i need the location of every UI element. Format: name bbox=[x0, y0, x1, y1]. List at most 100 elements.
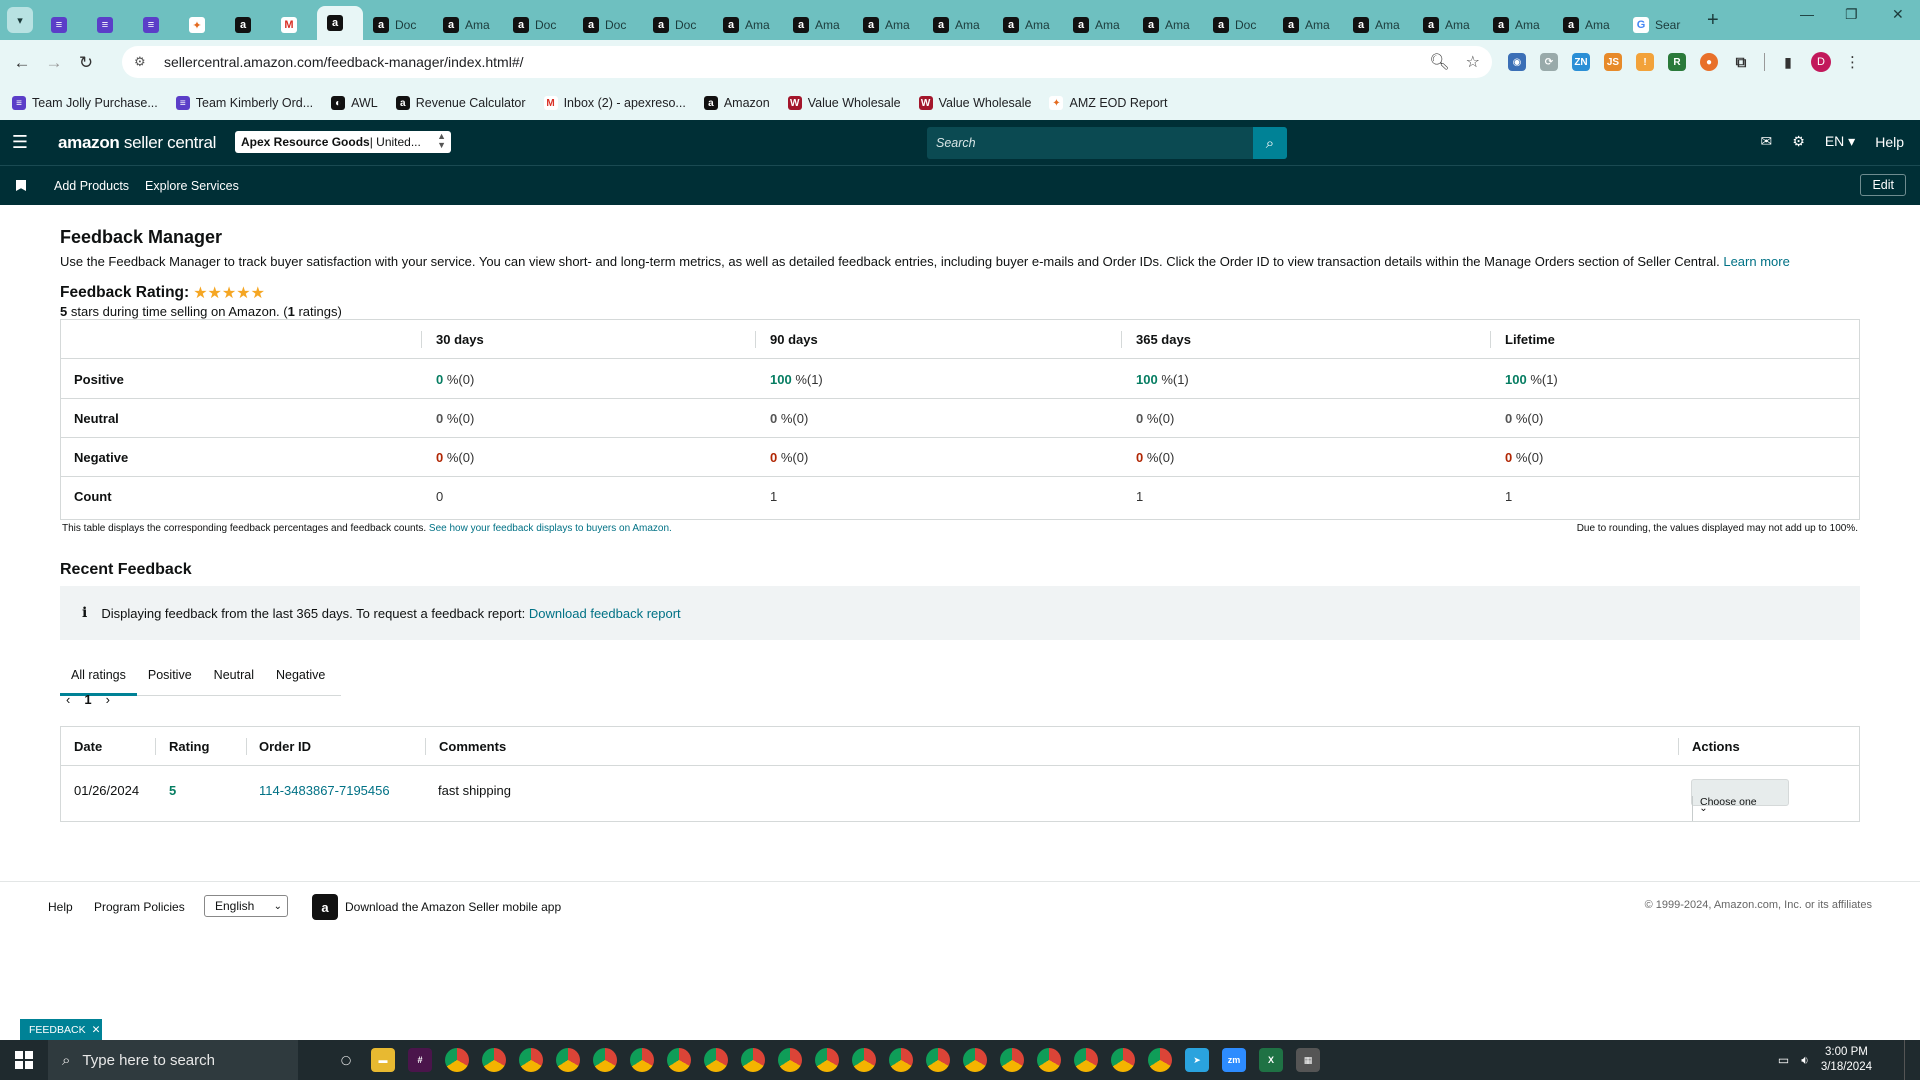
browser-tab[interactable]: a Ama bbox=[923, 10, 993, 40]
browser-tab[interactable]: a Ama bbox=[1483, 10, 1553, 40]
browser-tab[interactable]: a bbox=[225, 10, 271, 40]
chrome-icon[interactable] bbox=[445, 1048, 469, 1072]
browser-tab[interactable]: ≡ bbox=[87, 10, 133, 40]
menu-icon[interactable]: ☰ bbox=[0, 132, 40, 153]
network-icon[interactable]: ▭ bbox=[1778, 1053, 1789, 1067]
back-icon[interactable]: ← bbox=[6, 53, 38, 73]
bookmark-item[interactable]: ≡ Team Jolly Purchase... bbox=[12, 96, 158, 110]
browser-tab[interactable]: a Ama bbox=[1413, 10, 1483, 40]
browser-tab[interactable]: ≡ bbox=[133, 10, 179, 40]
current-page[interactable]: 1 bbox=[84, 692, 91, 707]
close-icon[interactable]: ✕ bbox=[92, 1024, 101, 1036]
reload-icon[interactable]: ↻ bbox=[70, 53, 102, 73]
browser-tab[interactable]: a Ama bbox=[713, 10, 783, 40]
file-explorer-icon[interactable]: ▬ bbox=[371, 1048, 395, 1072]
address-bar[interactable]: ⚙ sellercentral.amazon.com/feedback-mana… bbox=[122, 46, 1492, 78]
bookmark-icon[interactable] bbox=[16, 180, 26, 191]
language-selector[interactable]: EN ▾ bbox=[1825, 133, 1855, 150]
extension-icon[interactable]: ZN bbox=[1572, 53, 1590, 71]
extension-icon[interactable]: JS bbox=[1604, 53, 1622, 71]
prev-page-icon[interactable]: ‹ bbox=[66, 692, 70, 707]
browser-tab[interactable]: a Doc bbox=[503, 10, 573, 40]
mail-icon[interactable]: ✉ bbox=[1761, 133, 1773, 150]
taskbar-search[interactable]: ⌕ Type here to search bbox=[48, 1040, 298, 1080]
site-info-icon[interactable]: ⚙ bbox=[134, 54, 152, 70]
browser-tab[interactable]: G Sear bbox=[1623, 10, 1693, 40]
feedback-widget-tab[interactable]: FEEDBACK ✕ bbox=[20, 1019, 102, 1040]
bookmark-item[interactable]: a Revenue Calculator bbox=[395, 96, 526, 110]
order-id-link[interactable]: 114-3483867-7195456 bbox=[259, 783, 390, 798]
side-panel-icon[interactable]: ▮ bbox=[1779, 53, 1797, 71]
chrome-icon[interactable] bbox=[519, 1048, 543, 1072]
footer-help-link[interactable]: Help bbox=[48, 900, 73, 914]
seller-search[interactable]: Search ⌕ bbox=[927, 127, 1287, 159]
show-desktop-button[interactable] bbox=[1904, 1040, 1910, 1080]
slack-icon[interactable]: # bbox=[408, 1048, 432, 1072]
volume-icon[interactable]: 🔉︎ bbox=[1801, 1053, 1809, 1068]
learn-more-link[interactable]: Learn more bbox=[1723, 254, 1789, 269]
bookmark-item[interactable]: ✦ AMZ EOD Report bbox=[1049, 96, 1167, 110]
chrome-icon[interactable] bbox=[1000, 1048, 1024, 1072]
chrome-icon[interactable] bbox=[1074, 1048, 1098, 1072]
puzzle-icon[interactable]: ⧉ bbox=[1732, 53, 1750, 71]
browser-tab[interactable]: M bbox=[271, 10, 317, 40]
next-page-icon[interactable]: › bbox=[106, 692, 110, 707]
bookmark-item[interactable]: a Amazon bbox=[703, 96, 770, 110]
tab-negative[interactable]: Negative bbox=[265, 654, 336, 696]
chrome-icon[interactable] bbox=[556, 1048, 580, 1072]
forward-icon[interactable]: → bbox=[38, 53, 70, 73]
extension-icon[interactable]: ● bbox=[1700, 53, 1718, 71]
bookmark-item[interactable]: ≡ Team Kimberly Ord... bbox=[175, 96, 313, 110]
zoom-icon[interactable]: zm bbox=[1222, 1048, 1246, 1072]
restore-button[interactable]: ❐ bbox=[1845, 6, 1858, 23]
tab-positive[interactable]: Positive bbox=[137, 654, 203, 696]
chrome-icon[interactable] bbox=[1148, 1048, 1172, 1072]
help-link[interactable]: Help bbox=[1875, 134, 1904, 150]
browser-tab[interactable]: ✦ bbox=[179, 10, 225, 40]
task-view-icon[interactable]: ◯ bbox=[334, 1048, 358, 1072]
telegram-icon[interactable]: ➤ bbox=[1185, 1048, 1209, 1072]
language-select[interactable]: English ⌄ bbox=[204, 895, 288, 917]
browser-tab[interactable]: ≡ bbox=[41, 10, 87, 40]
browser-tab[interactable]: a Ama bbox=[1063, 10, 1133, 40]
browser-tab[interactable]: a Ama bbox=[783, 10, 853, 40]
download-report-link[interactable]: Download feedback report bbox=[529, 606, 681, 621]
search-icon[interactable]: ⌕ bbox=[1253, 127, 1287, 159]
browser-tab[interactable]: a Ama bbox=[1133, 10, 1203, 40]
minimize-button[interactable]: — bbox=[1800, 6, 1814, 22]
browser-tab[interactable]: a Doc bbox=[1203, 10, 1273, 40]
windows-start-icon[interactable] bbox=[0, 1051, 48, 1069]
chrome-icon[interactable] bbox=[778, 1048, 802, 1072]
profile-avatar[interactable]: D bbox=[1811, 52, 1831, 72]
clock[interactable]: 3:00 PM 3/18/2024 bbox=[1821, 1045, 1872, 1075]
edit-nav-button[interactable]: Edit bbox=[1860, 174, 1906, 196]
tab-search-button[interactable]: ▾ bbox=[7, 7, 33, 33]
close-window-button[interactable]: ✕ bbox=[1892, 6, 1904, 23]
extension-icon[interactable]: ◉ bbox=[1508, 53, 1526, 71]
browser-tab[interactable]: a Ama bbox=[1273, 10, 1343, 40]
browser-tab[interactable]: a Ama bbox=[1553, 10, 1623, 40]
buyer-display-link[interactable]: See how your feedback displays to buyers… bbox=[429, 523, 672, 534]
browser-tab[interactable]: a Doc bbox=[643, 10, 713, 40]
browser-tab[interactable]: a Ama bbox=[853, 10, 923, 40]
chrome-icon[interactable] bbox=[926, 1048, 950, 1072]
amazon-app-icon[interactable]: a bbox=[312, 894, 338, 920]
action-dropdown[interactable]: Choose one ⌄ bbox=[1691, 779, 1789, 821]
browser-menu-icon[interactable]: ⋮ bbox=[1845, 53, 1860, 71]
chrome-icon[interactable] bbox=[889, 1048, 913, 1072]
browser-tab[interactable]: a Ama bbox=[433, 10, 503, 40]
browser-tab[interactable]: a Doc bbox=[363, 10, 433, 40]
bookmark-star-icon[interactable]: ☆ bbox=[1466, 52, 1480, 72]
bookmark-item[interactable]: W Value Wholesale bbox=[918, 96, 1031, 110]
zoom-icon[interactable]: 🔍︎ bbox=[1429, 52, 1449, 72]
chrome-icon[interactable] bbox=[630, 1048, 654, 1072]
extension-icon[interactable]: ⟳ bbox=[1540, 53, 1558, 71]
chrome-icon[interactable] bbox=[815, 1048, 839, 1072]
tab-neutral[interactable]: Neutral bbox=[203, 654, 265, 696]
chrome-icon[interactable] bbox=[593, 1048, 617, 1072]
extension-icon[interactable]: R bbox=[1668, 53, 1686, 71]
seller-central-logo[interactable]: amazon seller central bbox=[58, 133, 216, 153]
chrome-icon[interactable] bbox=[482, 1048, 506, 1072]
calculator-icon[interactable]: ▦ bbox=[1296, 1048, 1320, 1072]
browser-tab[interactable]: a Ama bbox=[993, 10, 1063, 40]
